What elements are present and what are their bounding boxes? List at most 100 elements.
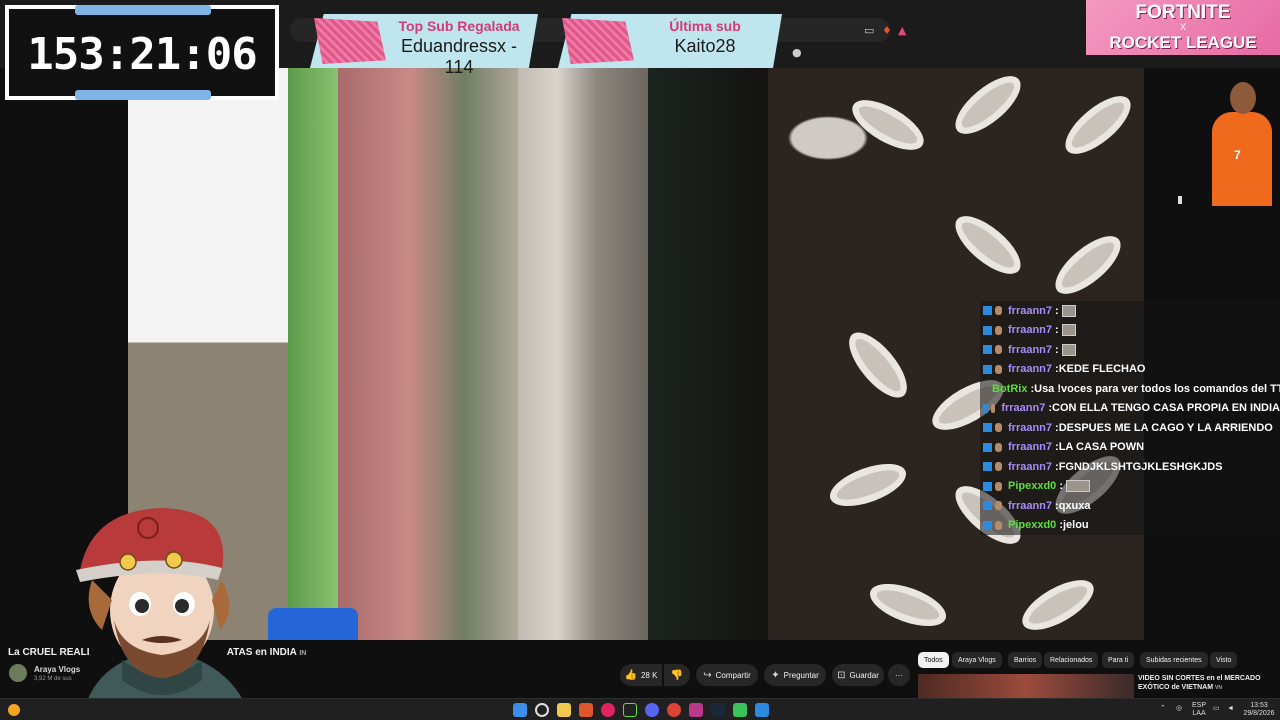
chat-username: frraann7 <box>1008 343 1053 356</box>
clock[interactable]: 13:53 29/8/2026 <box>1240 702 1278 718</box>
promo-line-1: FORTNITE <box>1135 2 1231 23</box>
badge-icon <box>995 501 1002 511</box>
cast-icon[interactable]: ▭ <box>864 24 874 37</box>
chat-username: frraann7 <box>1008 363 1053 376</box>
chat-message: frraann7 : LA CASA POWN <box>980 437 1280 457</box>
platform-icon <box>983 345 992 355</box>
chip-1[interactable]: Araya Vlogs <box>952 652 1002 668</box>
weather-icon[interactable] <box>8 704 20 716</box>
badge-icon <box>995 462 1002 472</box>
promo-line-2: X <box>1179 22 1186 32</box>
chat-separator: : <box>1055 304 1059 317</box>
voice-search-icon[interactable]: ● <box>792 46 802 59</box>
chat-username: Pipexxd0 <box>1008 519 1057 532</box>
chat-separator: : <box>1059 480 1063 493</box>
last-sub-banner: Última sub Kaito28 <box>558 14 782 68</box>
ticket-icon <box>314 18 386 64</box>
save-button[interactable]: ⊡ Guardar <box>832 664 884 686</box>
network-icon[interactable]: ◎ <box>1176 705 1182 713</box>
platform-icon <box>983 481 992 491</box>
chip-5[interactable]: Subidas recientes <box>1140 652 1208 668</box>
channel-avatar[interactable] <box>9 664 27 682</box>
chat-message: Pipexxd0 : jelou <box>980 515 1280 535</box>
tray-chevron-icon[interactable]: ⌃ <box>1160 705 1166 713</box>
emote-image <box>1061 304 1076 317</box>
chat-username: BotRix <box>992 382 1028 395</box>
like-button[interactable]: 👍 28 K <box>620 664 662 686</box>
chat-username: frraann7 <box>1008 460 1053 473</box>
platform-icon <box>983 442 992 452</box>
more-actions-button[interactable]: ··· <box>888 664 910 686</box>
chat-text: LA CASA POWN <box>1058 441 1145 454</box>
video-frame-green-frame <box>288 68 338 640</box>
steam-icon[interactable] <box>711 703 725 717</box>
brave-shield-icon[interactable]: ♦ <box>882 24 892 37</box>
chip-4[interactable]: Para ti <box>1102 652 1135 668</box>
share-button[interactable]: ↪ Compartir <box>696 664 758 686</box>
platform-icon <box>983 306 992 316</box>
chat-username: frraann7 <box>1008 441 1053 454</box>
mouse-cursor <box>1178 196 1182 204</box>
chat-text: qxuxa <box>1058 499 1091 512</box>
timer-digits: 153:21:06 <box>27 29 257 80</box>
ask-button[interactable]: ✦ Preguntar <box>764 664 826 686</box>
chat-message: frraann7 : KEDE FLECHAO <box>980 359 1280 379</box>
platform-icon <box>983 403 989 413</box>
chat-separator: : <box>1055 343 1059 356</box>
timer-accent-bottom <box>75 90 211 100</box>
chrome-icon[interactable] <box>667 703 681 717</box>
recommended-video-title[interactable]: VIDEO SIN CORTES en el MERCADO EXÓTICO d… <box>1138 674 1274 693</box>
chat-username: Pipexxd0 <box>1008 480 1057 493</box>
chat-message: frraann7 : <box>980 340 1280 360</box>
file-explorer-icon[interactable] <box>557 703 571 717</box>
search-icon[interactable] <box>535 703 549 717</box>
language-indicator[interactable]: ESP LAA <box>1192 702 1206 718</box>
chat-username: frraann7 <box>1008 499 1053 512</box>
app-icon[interactable] <box>689 703 703 717</box>
terminal-icon[interactable] <box>623 703 637 717</box>
fortnite-promo: FORTNITE X ROCKET LEAGUE <box>1086 0 1280 55</box>
chip-3[interactable]: Relacionados <box>1044 652 1099 668</box>
windows-taskbar: ⌃ ◎ ESP LAA ▭ ◄ 13:53 29/8/2026 <box>0 698 1280 720</box>
play-app-icon[interactable] <box>733 703 747 717</box>
emote-image <box>1061 343 1076 356</box>
platform-icon <box>983 520 992 530</box>
dislike-button[interactable]: 👎 <box>664 664 690 686</box>
platform-icon <box>983 501 992 511</box>
recommended-video-thumbnail[interactable] <box>918 674 1134 698</box>
chat-username: frraann7 <box>1001 402 1046 415</box>
remote-desktop-icon[interactable] <box>755 703 769 717</box>
media-app-icon[interactable] <box>601 703 615 717</box>
like-count: 28 K <box>640 670 658 680</box>
badge-icon <box>995 423 1002 433</box>
chip-6[interactable]: Visto <box>1210 652 1238 668</box>
last-sub-label: Última sub <box>669 18 741 34</box>
badge-icon <box>995 306 1002 316</box>
video-frame-pipe <box>518 68 648 640</box>
display-icon[interactable]: ▭ <box>1213 705 1220 713</box>
badge-icon <box>995 520 1002 530</box>
thumbs-up-icon: 👍 <box>624 669 637 681</box>
stream-timer: 153:21:06 <box>5 5 279 100</box>
chip-0[interactable]: Todos <box>918 652 949 668</box>
promo-line-3: ROCKET LEAGUE <box>1109 33 1257 52</box>
badge-icon <box>991 403 996 413</box>
start-icon[interactable] <box>513 703 527 717</box>
platform-icon <box>983 364 992 374</box>
video-frame-bucket <box>268 608 358 640</box>
chat-text: FGNDJKLSHTGJKLESHGKJDS <box>1058 460 1223 473</box>
chat-overlay: frraann7 : frraann7 : frraann7 : frraann… <box>980 301 1280 535</box>
badge-icon <box>995 325 1002 335</box>
emote-image <box>1061 324 1076 337</box>
chat-message: frraann7 : CON ELLA TENGO CASA PROPIA EN… <box>980 398 1280 418</box>
brave-icon[interactable] <box>579 703 593 717</box>
bookmark-icon: ⊡ <box>837 669 846 681</box>
rewards-icon[interactable]: ▲ <box>898 24 906 37</box>
badge-icon <box>995 345 1002 355</box>
chip-2[interactable]: Barrios <box>1008 652 1043 668</box>
volume-icon[interactable]: ◄ <box>1227 705 1234 713</box>
discord-icon[interactable] <box>645 703 659 717</box>
badge-icon <box>995 442 1002 452</box>
chat-text: DESPUES ME LA CAGO Y LA ARRIENDO <box>1058 421 1273 434</box>
chat-message: frraann7 : <box>980 301 1280 321</box>
